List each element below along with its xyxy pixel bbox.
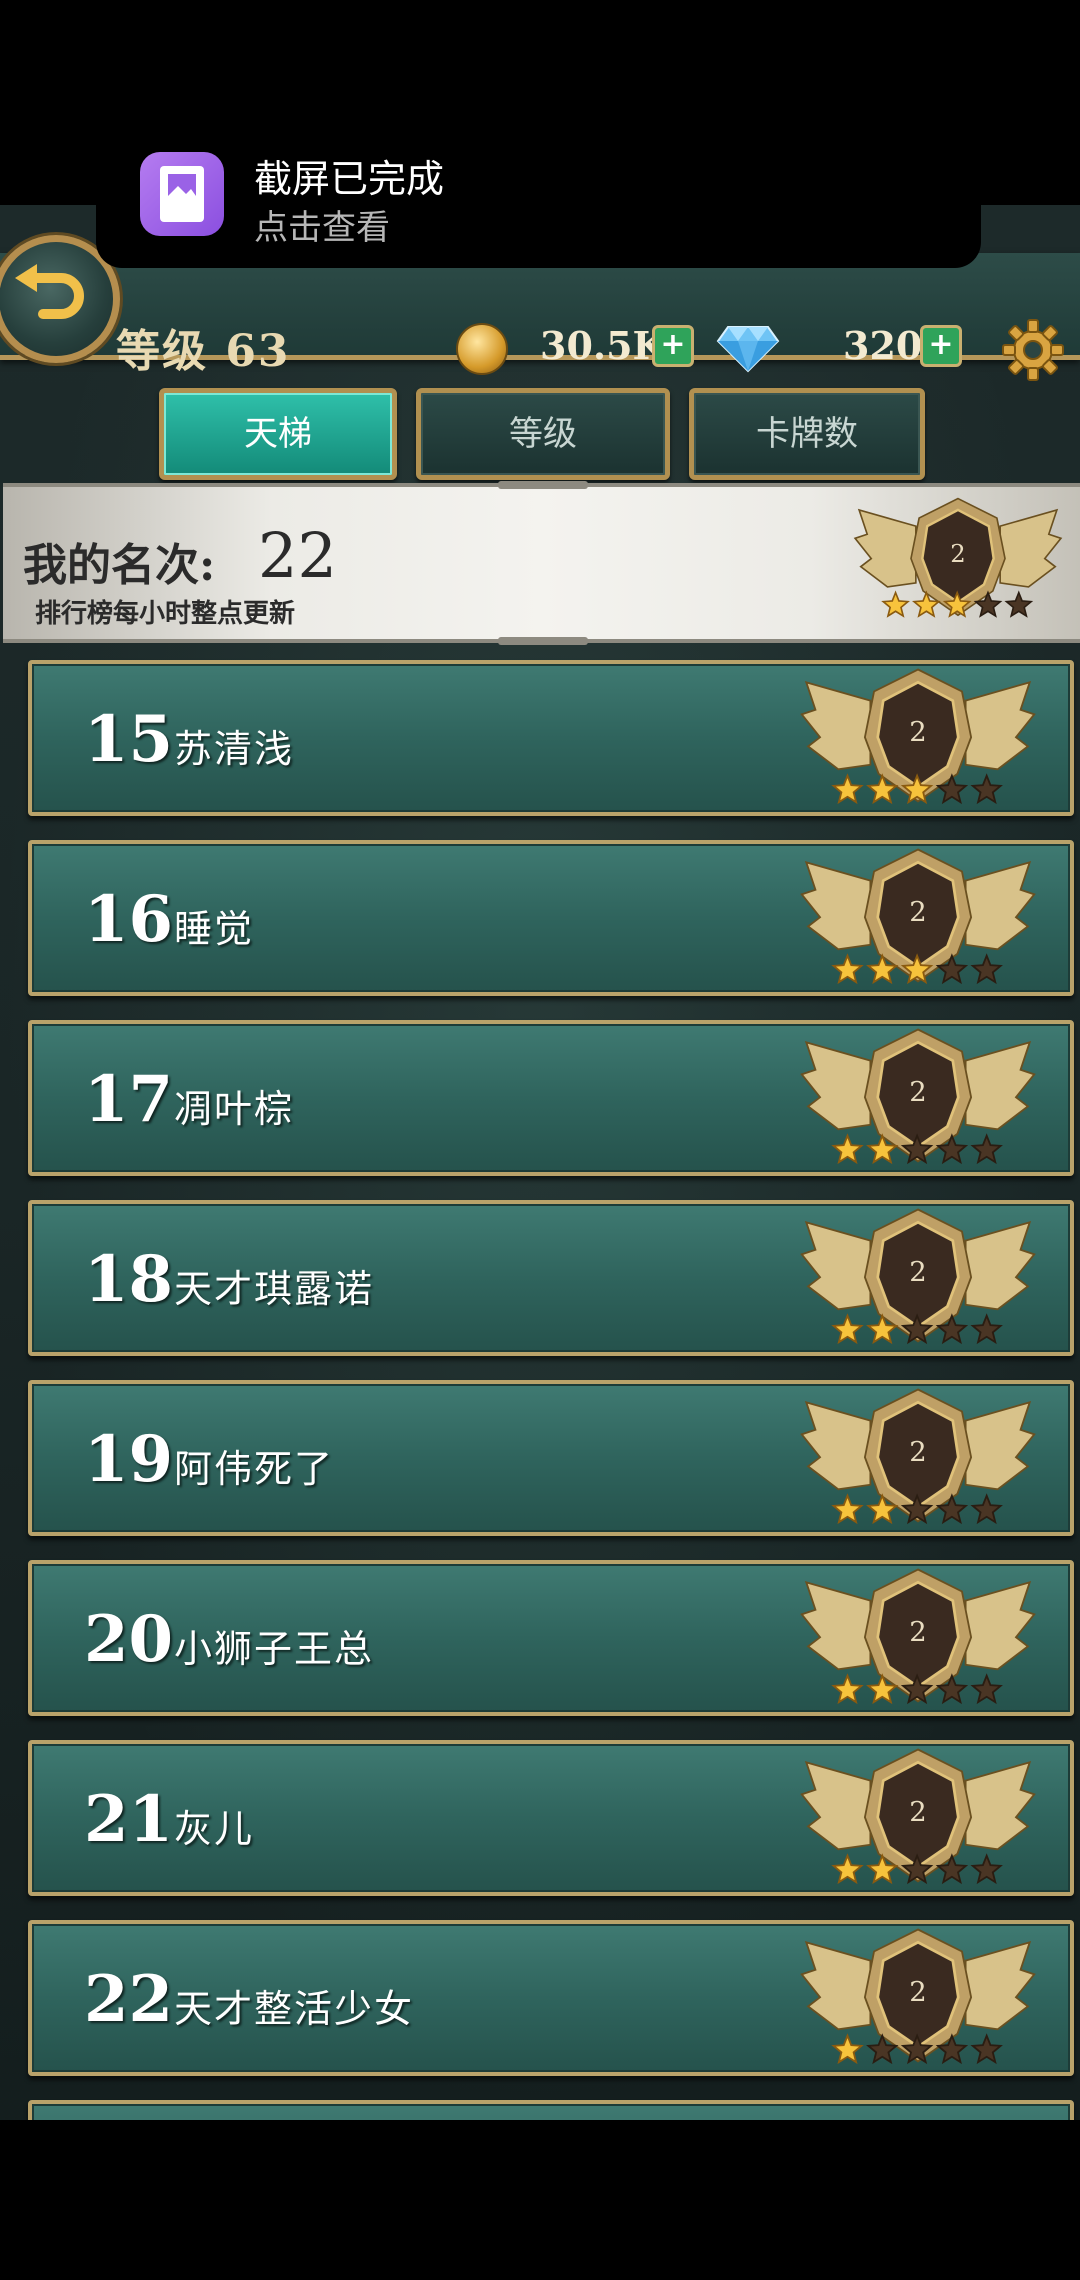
player-name: 天才整活少女 <box>174 1987 415 2031</box>
rank-number: 16 <box>84 882 174 957</box>
rank-number: 19 <box>84 1422 174 1497</box>
notification-title: 截屏已完成 <box>254 157 445 201</box>
player-name: 天才琪露诺 <box>174 1267 375 1311</box>
ranking-row[interactable]: 17 凋叶棕 2 <box>28 1020 1074 1176</box>
rank-number: 15 <box>84 702 174 777</box>
ranking-row[interactable]: 15 苏清浅 2 <box>28 660 1074 816</box>
ranking-row[interactable]: 16 睡觉 2 <box>28 840 1074 996</box>
ranking-row[interactable]: 22 天才整活少女 2 <box>28 1920 1074 2076</box>
svg-text:2: 2 <box>950 539 965 568</box>
screenshot-icon <box>140 152 224 236</box>
update-note: 排行榜每小时整点更新 <box>35 599 296 629</box>
tab-card-count[interactable]: 卡牌数 <box>689 388 925 480</box>
rank-number: 18 <box>84 1242 174 1317</box>
svg-text:2: 2 <box>909 1077 926 1108</box>
player-name: 阿伟死了 <box>174 1447 335 1491</box>
tab-ladder[interactable]: 天梯 <box>159 388 397 480</box>
my-rank-label: 我的名次: <box>23 540 216 591</box>
svg-text:2: 2 <box>909 1797 926 1828</box>
svg-text:2: 2 <box>909 1437 926 1468</box>
player-name: 苏清浅 <box>174 727 295 771</box>
ranking-row-partial[interactable] <box>28 2100 1074 2120</box>
svg-text:2: 2 <box>909 717 926 748</box>
rank-emblem-icon: 2 <box>786 1924 1050 2080</box>
rank-emblem-icon: 2 <box>786 844 1050 1000</box>
rank-emblem-icon: 2 <box>851 493 1065 633</box>
ranking-row[interactable]: 21 灰儿 2 <box>28 1740 1074 1896</box>
rank-number: 22 <box>84 1962 174 2037</box>
back-arrow-icon <box>15 264 84 319</box>
rank-emblem-icon: 2 <box>786 1744 1050 1900</box>
player-name: 凋叶棕 <box>174 1087 295 1131</box>
rank-emblem-icon: 2 <box>786 664 1050 820</box>
ranking-row[interactable]: 20 小狮子王总 2 <box>28 1560 1074 1716</box>
my-rank-banner: 我的名次: 22 排行榜每小时整点更新 2 <box>3 481 1080 645</box>
player-name: 睡觉 <box>174 907 255 951</box>
svg-text:2: 2 <box>909 1977 926 2008</box>
ranking-row[interactable]: 18 天才琪露诺 2 <box>28 1200 1074 1356</box>
notification-subtitle: 点击查看 <box>254 208 390 248</box>
player-level: 等级 63 <box>116 326 291 377</box>
banner-ornament <box>498 481 588 489</box>
svg-text:2: 2 <box>909 1257 926 1288</box>
plus-icon: + <box>928 327 954 362</box>
screenshot-notification[interactable]: 截屏已完成 点击查看 <box>96 118 981 268</box>
rank-emblem-icon: 2 <box>786 1204 1050 1360</box>
rank-number: 17 <box>84 1062 174 1137</box>
rank-number: 21 <box>84 1782 174 1857</box>
diamond-icon <box>716 326 780 373</box>
add-coins-button[interactable]: + <box>652 325 694 367</box>
tab-level[interactable]: 等级 <box>416 388 670 480</box>
svg-text:2: 2 <box>909 897 926 928</box>
plus-icon: + <box>660 327 686 362</box>
player-name: 小狮子王总 <box>174 1627 375 1671</box>
svg-text:2: 2 <box>909 1617 926 1648</box>
my-rank-value: 22 <box>258 519 337 592</box>
rank-emblem-icon: 2 <box>786 1384 1050 1540</box>
gem-amount: 320 <box>843 323 923 368</box>
add-gems-button[interactable]: + <box>920 325 962 367</box>
banner-ornament <box>498 637 588 645</box>
rank-emblem-icon: 2 <box>786 1024 1050 1180</box>
gear-icon[interactable] <box>1002 319 1064 381</box>
top-bar: 等级 63 30.5K + 320 + <box>0 253 1080 381</box>
ranking-row[interactable]: 19 阿伟死了 2 <box>28 1380 1074 1536</box>
rank-emblem-icon: 2 <box>786 1564 1050 1720</box>
rank-number: 20 <box>84 1602 174 1677</box>
coin-amount: 30.5K <box>540 323 666 368</box>
coin-icon <box>456 323 508 375</box>
game-screen: 等级 63 30.5K + 320 + 天梯 等级 卡牌数 我的名次: 22 排… <box>0 205 1080 2120</box>
player-name: 灰儿 <box>174 1807 255 1851</box>
